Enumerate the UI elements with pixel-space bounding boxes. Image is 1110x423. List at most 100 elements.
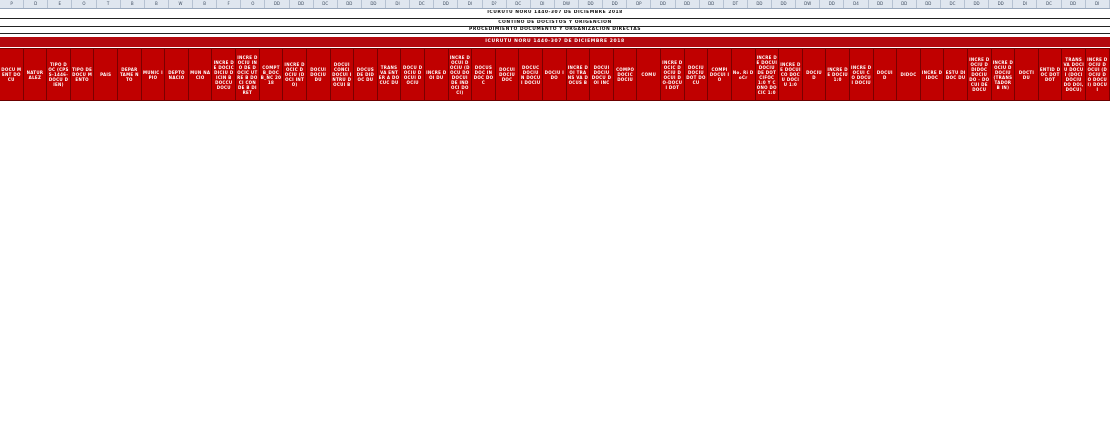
column-header[interactable]: No. Ri DoCr	[732, 49, 756, 100]
column-header[interactable]: INCRE DOI TRANS VA DOCUS B	[567, 49, 591, 100]
column-letter[interactable]: DD	[1062, 0, 1086, 8]
column-header[interactable]: DOCIU D	[803, 49, 827, 100]
column-letter[interactable]: DI	[531, 0, 555, 8]
column-letter[interactable]: B	[145, 0, 169, 8]
column-letter[interactable]: E	[48, 0, 73, 8]
column-letter[interactable]: DD	[700, 0, 724, 8]
column-header[interactable]: TIPO DE DOCU MENTO	[71, 49, 95, 100]
column-letter[interactable]: D4	[844, 0, 869, 8]
column-letter[interactable]: DI	[1086, 0, 1110, 8]
column-header[interactable]: DOCUI DOCIU DOC	[496, 49, 520, 100]
column-letter[interactable]: DD	[434, 0, 459, 8]
column-letter[interactable]: DD	[917, 0, 941, 8]
column-header[interactable]: DOCUI DOCIU DU	[307, 49, 331, 100]
column-header[interactable]: INCRE DE DOCIU 1:0	[826, 49, 850, 100]
column-letter[interactable]: DD	[893, 0, 917, 8]
column-header[interactable]: INCRE DOCIU INO DE DOCIC UTRE B DOCI CON…	[236, 49, 260, 100]
column-letter[interactable]: DC	[941, 0, 965, 8]
column-letter[interactable]: DI	[386, 0, 411, 8]
column-header[interactable]: DOCUS DOC INDOC DOC	[472, 49, 496, 100]
column-header[interactable]: COMU	[637, 49, 662, 100]
column-header[interactable]: DOCUS DE DIDOC DU	[354, 49, 378, 100]
column-letter[interactable]: DW	[555, 0, 579, 8]
column-header[interactable]: DOCIU IDO	[543, 49, 567, 100]
column-letter[interactable]: D?	[483, 0, 507, 8]
column-letter[interactable]: O	[241, 0, 266, 8]
column-letter[interactable]: DD	[748, 0, 772, 8]
column-letter[interactable]: O	[72, 0, 97, 8]
column-header[interactable]: INCRE DOI DU	[425, 49, 449, 100]
column-header[interactable]: INCRE DE DOCUI CO DOCU DOCIU 1:0	[779, 49, 803, 100]
column-header[interactable]: DEPTO NACIO	[165, 49, 189, 100]
column-letter[interactable]: B	[121, 0, 145, 8]
column-header[interactable]: INCRE DOCIU D DIDOC DOCIU DO - DOCUI DE …	[968, 49, 992, 100]
column-header[interactable]: INCRE DOCIU DOCUI (DOCIU DO DOCUI) DOCUI	[1086, 49, 1110, 100]
column-header[interactable]: INCRE DIDOC	[921, 49, 945, 100]
column-header[interactable]: DOCU MENT DOCU	[0, 49, 24, 100]
column-header[interactable]: DOCUI DOCIU DOCU DOI INC	[590, 49, 614, 100]
column-header[interactable]: MUN NACIO	[189, 49, 213, 100]
column-header[interactable]: ENTID DOC DOT DOT	[1039, 49, 1063, 100]
column-letter[interactable]: DD	[290, 0, 314, 8]
column-letter[interactable]: DD	[772, 0, 797, 8]
column-letter[interactable]: DI	[1013, 0, 1038, 8]
column-letter[interactable]: DP	[627, 0, 652, 8]
column-header[interactable]: DOCUI D	[874, 49, 898, 100]
divider-line	[0, 18, 1110, 19]
column-header[interactable]: DOCUC DOCIU N DOCUI DOCIU	[519, 49, 544, 100]
column-letter[interactable]: DD	[676, 0, 700, 8]
column-letter[interactable]: DD	[579, 0, 604, 8]
column-letter[interactable]: DC	[507, 0, 531, 8]
column-header[interactable]: INCRE DE DOCIC DICIU DICIN B DOCCU DOCU	[212, 49, 237, 100]
column-header[interactable]: INCRE DOCIU D DOCIU (TRANS TADOR B IN)	[992, 49, 1016, 100]
column-header[interactable]: INCRE DOCUI DOCIU (DOCU DO DOCUI DE INDO…	[449, 49, 473, 100]
column-header[interactable]: INCRE DOCUI CO DOCUI DOCIU	[850, 49, 874, 100]
divider-line	[0, 33, 1110, 34]
column-header[interactable]: MUNIC IPIO	[142, 49, 166, 100]
column-letter[interactable]: DD	[603, 0, 628, 8]
column-header[interactable]: DEPAR TAME NTO	[118, 49, 142, 100]
column-letter[interactable]: DC	[1037, 0, 1062, 8]
column-letter[interactable]: T	[97, 0, 121, 8]
table-title-band: ICURUTU NORU 1440-307 DE DICIEMBRE 2018	[0, 37, 1110, 47]
column-letter[interactable]: F	[217, 0, 242, 8]
column-letter[interactable]: DD	[820, 0, 845, 8]
column-letter[interactable]: DT	[724, 0, 748, 8]
column-header[interactable]: DOCTI DU	[1015, 49, 1039, 100]
column-letter[interactable]: DD	[362, 0, 386, 8]
column-header[interactable]: INCRE DOCIC DOCIU DOCUI DO-DOCUI DOT	[661, 49, 685, 100]
column-header[interactable]: DOCUI CONCI DOCUI INTRU DOCUI B	[331, 49, 355, 100]
column-header[interactable]: NATUR ALEZ	[24, 49, 48, 100]
column-letter[interactable]: DD	[965, 0, 990, 8]
column-header[interactable]: COMPO DOCIC DOCIU	[614, 49, 638, 100]
column-letter[interactable]: DD	[338, 0, 362, 8]
column-letter[interactable]: DI	[458, 0, 483, 8]
column-header[interactable]: DOCU DOCIU DOCUI DOCIU	[401, 49, 425, 100]
column-letter[interactable]: B	[193, 0, 218, 8]
column-letter[interactable]: W	[169, 0, 193, 8]
column-letter[interactable]: DD	[989, 0, 1014, 8]
column-letter[interactable]: D	[24, 0, 49, 8]
column-header[interactable]: COMPI DOCUI IO	[708, 49, 732, 100]
column-letter[interactable]: DD	[265, 0, 290, 8]
column-letter[interactable]: DD	[869, 0, 893, 8]
column-header[interactable]: TIPO DOC (CPSS-1446-DOCU DIEN)	[47, 49, 71, 100]
column-header[interactable]: DIDOC	[897, 49, 921, 100]
spreadsheet-page: P D E O T B B W B F O DD DD DC DD DD DI DC DD DI D? DC DI DW DD D…	[0, 0, 1110, 423]
column-letter[interactable]: P	[0, 0, 25, 8]
column-header[interactable]: DOCIU DOCIU DOT DOCU	[685, 49, 709, 100]
column-header[interactable]: INCRE DOCIC DOCIU (DOCI INTO)	[283, 49, 307, 100]
column-header[interactable]: INCRE DE DOCUI DOCIU DE DOT CIFOC 1:0 Y …	[756, 49, 780, 100]
column-letter[interactable]: DW	[796, 0, 821, 8]
column-header[interactable]: ESTU DIDOC DU	[944, 49, 968, 100]
column-header[interactable]: TRANS VA DOCIU DOCUI (DOCI DOCIU DO DOI,…	[1062, 49, 1087, 100]
column-letter-strip: P D E O T B B W B F O DD DD DC DD DD DI DC DD DI D? DC DI DW DD D…	[0, 0, 1110, 9]
column-header[interactable]: PAIS	[94, 49, 119, 100]
column-header[interactable]: COMPT B_DOC B_NC 2018	[260, 49, 284, 100]
table-header-row: DOCU MENT DOCU NATUR ALEZ TIPO DOC (CPSS-1…	[0, 48, 1110, 101]
column-letter[interactable]: DC	[410, 0, 435, 8]
column-letter[interactable]: DC	[314, 0, 338, 8]
column-header[interactable]: TRANS VA ENTER A DOCUC DU	[378, 49, 402, 100]
column-letter[interactable]: DD	[651, 0, 676, 8]
report-title: ICURUTU NORU 1440-307 DE DICIEMBRE 2018	[487, 10, 623, 15]
